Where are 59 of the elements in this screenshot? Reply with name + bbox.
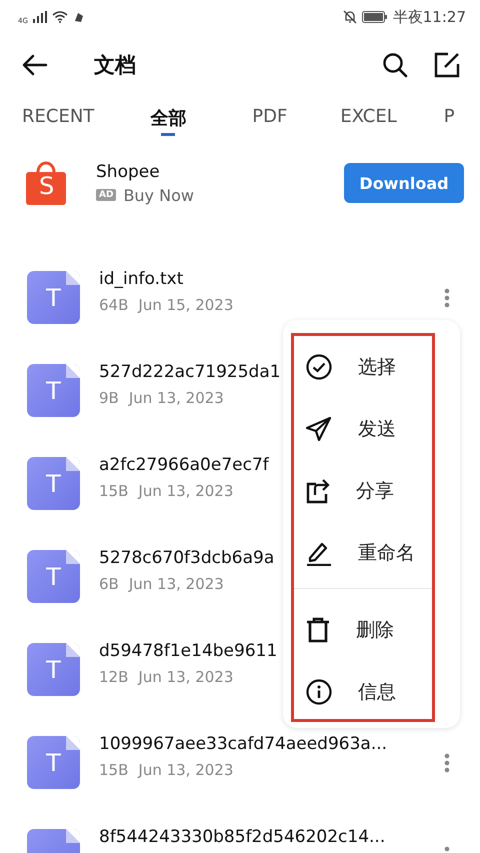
file-name[interactable]: a2fc27966a0e7ec7f	[99, 455, 269, 475]
more-icon[interactable]	[444, 288, 450, 308]
ad-title: Shopee	[96, 162, 161, 182]
file-name[interactable]: 5278c670f3dcb6a9a	[99, 548, 274, 568]
menu-item[interactable]: 信息	[294, 661, 432, 723]
logo-letter: S	[39, 172, 54, 200]
back-arrow-icon[interactable]	[22, 54, 48, 76]
file-date: Jun 13, 2023	[138, 761, 234, 779]
file-name[interactable]: 8f544243330b85f2d546202c14...	[99, 827, 386, 847]
search-icon[interactable]	[382, 52, 408, 78]
file-size: 12B	[99, 668, 128, 686]
tab[interactable]: RECENT	[22, 106, 94, 133]
ad-badge: AD	[96, 189, 116, 201]
file-name[interactable]: id_info.txt	[99, 269, 234, 289]
file-date: Jun 13, 2023	[138, 482, 234, 500]
clock-time: 半夜11:27	[392, 8, 466, 26]
tab[interactable]: EXCEL	[340, 106, 397, 133]
more-icon[interactable]	[444, 753, 450, 773]
tab[interactable]: 全部	[150, 106, 186, 136]
menu-item[interactable]: 删除	[294, 599, 432, 661]
file-name[interactable]: 527d222ac71925da1	[99, 362, 281, 382]
trash-icon	[306, 617, 330, 643]
file-date: Jun 13, 2023	[138, 668, 234, 686]
file-name[interactable]: 1099967aee33cafd74aeed963a...	[99, 734, 388, 754]
menu-item[interactable]: 选择	[294, 336, 432, 398]
file-date: Jun 15, 2023	[138, 296, 234, 314]
text-file-icon: T	[27, 643, 80, 696]
tab[interactable]: PDF	[252, 106, 288, 133]
menu-item[interactable]: 分享	[294, 460, 432, 522]
text-file-icon: T	[27, 457, 80, 510]
signal-icon	[32, 11, 47, 23]
paper-plane-icon	[306, 417, 332, 441]
file-size: 15B	[99, 482, 128, 500]
page-title: 文档	[94, 52, 137, 79]
file-size: 6B	[99, 575, 119, 593]
file-date: Jun 13, 2023	[128, 575, 224, 593]
file-size: 64B	[99, 296, 128, 314]
file-name[interactable]: d59478f1e14be9611	[99, 641, 278, 661]
shopping-bag-icon	[25, 160, 67, 206]
download-button[interactable]: Download	[344, 163, 464, 203]
text-file-icon: T	[27, 271, 80, 324]
file-date: Jun 13, 2023	[128, 389, 224, 407]
file-size: 9B	[99, 389, 119, 407]
pencil-icon	[306, 540, 332, 566]
tab[interactable]: P	[444, 106, 455, 133]
check-circle-icon	[306, 354, 332, 380]
info-icon	[306, 679, 332, 705]
bell-off-icon	[342, 10, 357, 24]
wifi-icon	[52, 11, 68, 23]
text-file-icon: T	[27, 550, 80, 603]
ad-subtitle: Buy Now	[123, 186, 194, 204]
menu-item[interactable]: 重命名	[294, 522, 432, 584]
text-file-icon: T	[27, 736, 80, 789]
file-size: 15B	[99, 761, 128, 779]
share-icon	[306, 478, 330, 504]
edit-icon[interactable]	[434, 52, 460, 78]
text-file-icon: T	[27, 364, 80, 417]
battery-icon	[362, 11, 388, 23]
menu-item[interactable]: 发送	[294, 398, 432, 460]
